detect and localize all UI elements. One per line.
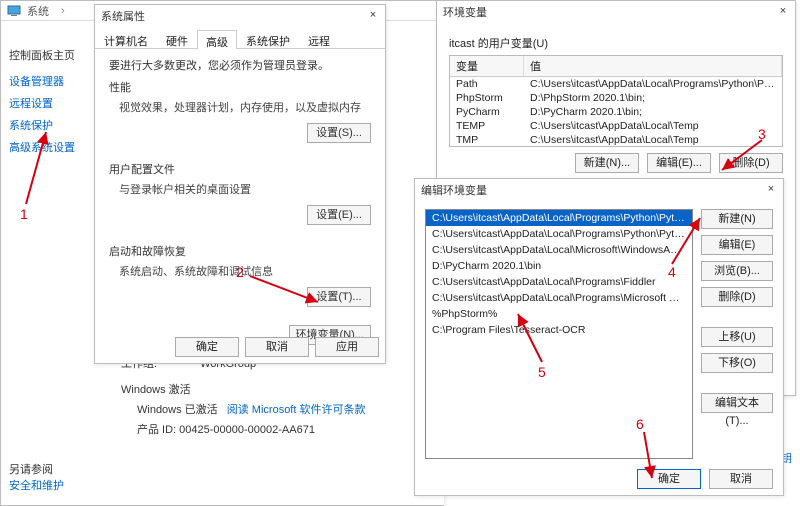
window-title: 系统	[27, 3, 49, 19]
list-item[interactable]: C:\Users\itcast\AppData\Local\Programs\M…	[426, 290, 692, 306]
computer-icon	[7, 4, 21, 18]
startup-desc: 系统启动、系统故障和调试信息	[119, 263, 371, 279]
sidebar: 控制面板主页 设备管理器 远程设置 系统保护 高级系统设置	[1, 41, 95, 167]
perf-settings-button[interactable]: 设置(S)...	[307, 123, 371, 143]
titlebar: 系统属性 ×	[95, 5, 385, 27]
ok-button[interactable]: 确定	[637, 469, 701, 489]
dialog-body: 要进行大多数更改，您必须作为管理员登录。 性能 视觉效果，处理器计划，内存使用，…	[95, 49, 385, 353]
user-new-button[interactable]: 新建(N)...	[575, 153, 639, 173]
browse-button[interactable]: 浏览(B)...	[701, 261, 773, 281]
userprof-desc: 与登录帐户相关的桌面设置	[119, 181, 371, 197]
titlebar: 编辑环境变量 ×	[415, 179, 783, 201]
dialog-title: 系统属性	[101, 8, 145, 24]
user-vars-label: itcast 的用户变量(U)	[449, 35, 783, 51]
sidebar-link-device-manager[interactable]: 设备管理器	[9, 73, 87, 89]
list-item[interactable]: D:\PyCharm 2020.1\bin	[426, 258, 692, 274]
titlebar: 环境变量 ×	[437, 1, 795, 23]
startup-settings-button[interactable]: 设置(T)...	[307, 287, 371, 307]
apply-button[interactable]: 应用	[315, 337, 379, 357]
delete-button[interactable]: 删除(D)	[701, 287, 773, 307]
list-item[interactable]: C:\Program Files\Tesseract-OCR	[426, 322, 692, 338]
move-up-button[interactable]: 上移(U)	[701, 327, 773, 347]
perf-title: 性能	[109, 79, 371, 95]
userprof-title: 用户配置文件	[109, 161, 371, 177]
sidebar-home[interactable]: 控制面板主页	[9, 47, 87, 63]
list-item[interactable]: C:\Users\itcast\AppData\Local\Programs\P…	[426, 226, 692, 242]
userprof-settings-button[interactable]: 设置(E)...	[307, 205, 371, 225]
related-links: 另请参阅 安全和维护	[9, 461, 64, 493]
table-row: TMPC:\Users\itcast\AppData\Local\Temp	[450, 133, 782, 147]
tab-computer-name[interactable]: 计算机名	[95, 29, 157, 48]
close-icon[interactable]: ×	[365, 7, 381, 23]
edit-button[interactable]: 编辑(E)	[701, 235, 773, 255]
dialog-title: 环境变量	[443, 4, 487, 20]
related-heading: 另请参阅	[9, 461, 64, 477]
list-item[interactable]: C:\Users\itcast\AppData\Local\Microsoft\…	[426, 242, 692, 258]
dialog-title: 编辑环境变量	[421, 182, 487, 198]
sidebar-link-advanced[interactable]: 高级系统设置	[9, 139, 87, 155]
list-item[interactable]: C:\Users\itcast\AppData\Local\Programs\P…	[426, 210, 692, 226]
move-down-button[interactable]: 下移(O)	[701, 353, 773, 373]
list-item[interactable]: C:\Users\itcast\AppData\Local\Programs\F…	[426, 274, 692, 290]
table-row: TEMPC:\Users\itcast\AppData\Local\Temp	[450, 119, 782, 133]
list-item[interactable]: %PhpStorm%	[426, 306, 692, 322]
table-row: PhpStormD:\PhpStorm 2020.1\bin;	[450, 91, 782, 105]
security-maintenance-link[interactable]: 安全和维护	[9, 480, 64, 492]
sidebar-link-protection[interactable]: 系统保护	[9, 117, 87, 133]
breadcrumb-sep: ›	[61, 5, 65, 17]
edit-env-var-dialog: 编辑环境变量 × C:\Users\itcast\AppData\Local\P…	[414, 178, 784, 496]
edit-text-button[interactable]: 编辑文本(T)...	[701, 393, 773, 413]
path-list[interactable]: C:\Users\itcast\AppData\Local\Programs\P…	[425, 209, 693, 459]
product-id: 产品 ID: 00425-00000-00002-AA671	[137, 421, 365, 437]
admin-note: 要进行大多数更改，您必须作为管理员登录。	[109, 57, 371, 73]
system-properties-dialog: 系统属性 × 计算机名 硬件 高级 系统保护 远程 要进行大多数更改，您必须作为…	[94, 4, 386, 364]
close-icon[interactable]: ×	[775, 3, 791, 19]
tab-strip: 计算机名 硬件 高级 系统保护 远程	[95, 27, 385, 49]
system-info: 工作组: WorkGroup Windows 激活 Windows 已激活 阅读…	[121, 351, 365, 441]
close-icon[interactable]: ×	[763, 181, 779, 197]
perf-desc: 视觉效果，处理器计划，内存使用，以及虚拟内存	[119, 99, 371, 115]
tab-hardware[interactable]: 硬件	[157, 29, 197, 48]
user-delete-button[interactable]: 删除(D)	[719, 153, 783, 173]
startup-title: 启动和故障恢复	[109, 243, 371, 259]
ok-button[interactable]: 确定	[175, 337, 239, 357]
tab-protection[interactable]: 系统保护	[237, 29, 299, 48]
table-row: PyCharmD:\PyCharm 2020.1\bin;	[450, 105, 782, 119]
user-vars-table[interactable]: 变量 值 PathC:\Users\itcast\AppData\Local\P…	[449, 55, 783, 147]
cancel-button[interactable]: 取消	[709, 469, 773, 489]
new-button[interactable]: 新建(N)	[701, 209, 773, 229]
tab-remote[interactable]: 远程	[299, 29, 339, 48]
sidebar-link-remote[interactable]: 远程设置	[9, 95, 87, 111]
activation-heading: Windows 激活	[121, 381, 365, 397]
license-link[interactable]: 阅读 Microsoft 软件许可条款	[227, 404, 366, 416]
tab-advanced[interactable]: 高级	[197, 30, 237, 49]
side-buttons: 新建(N) 编辑(E) 浏览(B)... 删除(D) 上移(U) 下移(O) 编…	[701, 209, 773, 459]
cancel-button[interactable]: 取消	[245, 337, 309, 357]
activation-status: Windows 已激活	[137, 404, 218, 416]
table-row: PathC:\Users\itcast\AppData\Local\Progra…	[450, 77, 782, 91]
col-variable[interactable]: 变量	[450, 56, 524, 76]
col-value[interactable]: 值	[524, 56, 782, 76]
user-edit-button[interactable]: 编辑(E)...	[647, 153, 711, 173]
